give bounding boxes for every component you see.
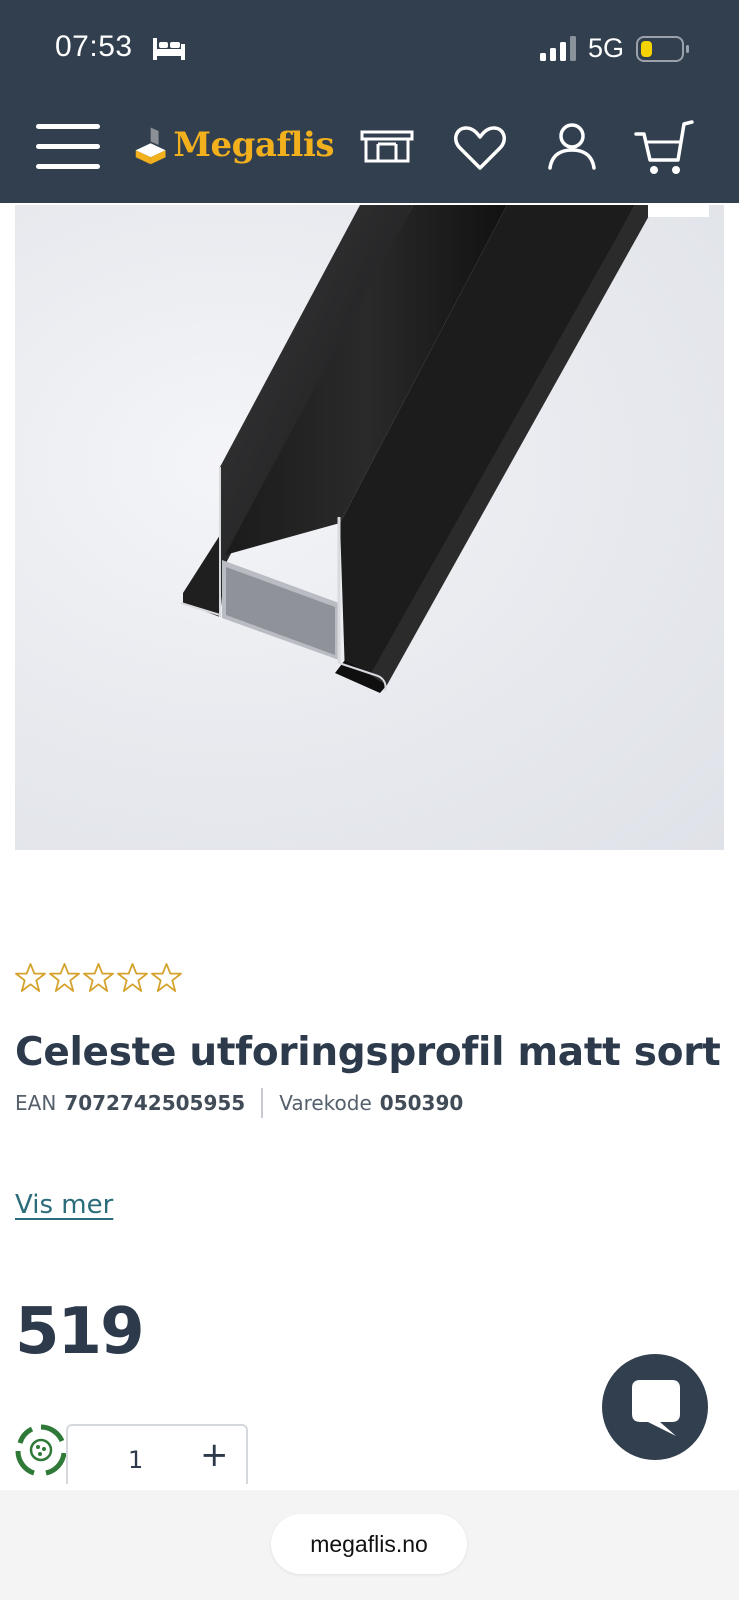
code-label: Varekode — [279, 1091, 372, 1115]
star-icon — [151, 963, 182, 992]
product-image[interactable] — [15, 205, 724, 850]
heart-icon[interactable] — [448, 118, 512, 178]
plus-button[interactable]: + — [200, 1438, 229, 1472]
bed-icon — [153, 38, 185, 60]
product-price: 519 — [15, 1295, 145, 1369]
address-bar[interactable]: megaflis.no — [271, 1514, 467, 1574]
menu-button[interactable] — [36, 122, 100, 170]
network-label: 5G — [588, 33, 625, 63]
ean-label: EAN — [15, 1091, 57, 1115]
product-meta: EAN 7072742505955 Varekode 050390 — [15, 1088, 463, 1118]
rating-stars — [15, 962, 182, 993]
brand-logo[interactable]: Megaflis — [134, 118, 334, 172]
chat-button[interactable] — [602, 1354, 708, 1460]
logo-icon — [135, 127, 166, 165]
url-text: megaflis.no — [310, 1530, 428, 1557]
status-time: 07:53 — [55, 30, 133, 63]
image-indicator — [648, 203, 709, 217]
profile-photo — [180, 205, 655, 693]
user-icon[interactable] — [540, 118, 604, 178]
star-icon — [15, 963, 46, 992]
star-icon — [117, 963, 148, 992]
quantity-stepper[interactable]: 1 + — [66, 1424, 248, 1484]
product-title: Celeste utforingsprofil matt sort — [15, 1030, 721, 1075]
signal-icon — [540, 36, 576, 61]
store-icon[interactable] — [356, 118, 420, 178]
ean-value: 7072742505955 — [64, 1091, 246, 1115]
app-header: 07:53 5G Megaflis — [0, 0, 739, 203]
chat-icon — [632, 1380, 680, 1436]
show-more-link[interactable]: Vis mer — [15, 1190, 113, 1220]
star-icon — [83, 963, 114, 992]
cart-icon[interactable] — [632, 118, 696, 178]
code-value: 050390 — [379, 1091, 464, 1115]
brand-name: Megaflis — [173, 125, 334, 165]
star-icon — [49, 963, 80, 992]
quantity-value[interactable]: 1 — [128, 1446, 143, 1474]
recycle-icon — [15, 1424, 67, 1476]
meta-divider — [261, 1088, 264, 1118]
battery-icon — [636, 36, 689, 62]
